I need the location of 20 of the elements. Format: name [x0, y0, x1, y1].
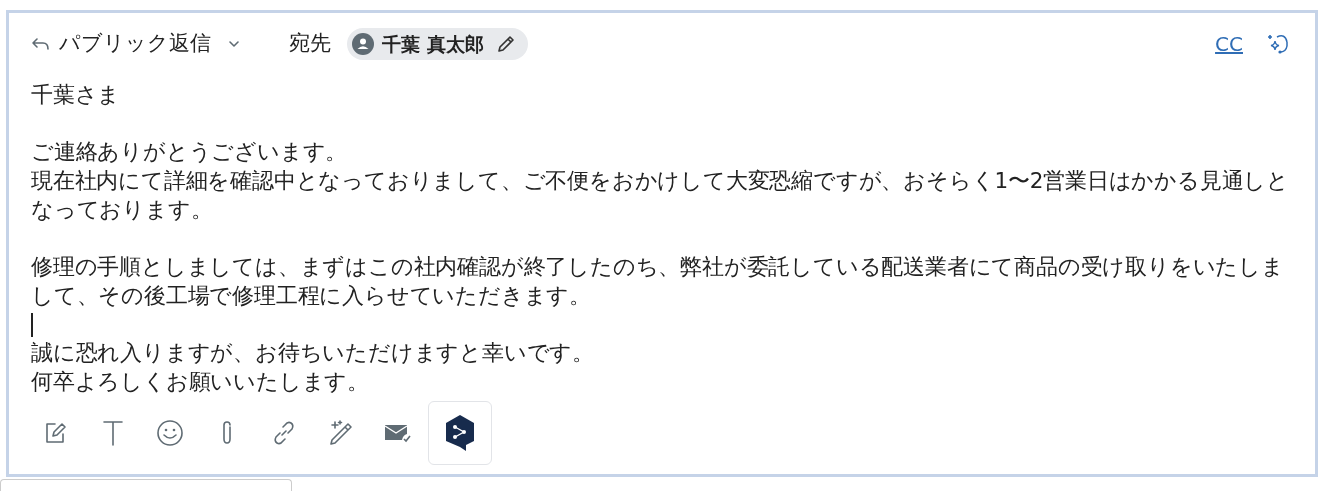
share-hexagon-icon	[444, 413, 476, 452]
body-text-line: 誠に恐れ入りますが、お待ちいただけますと幸いです。	[31, 339, 595, 368]
body-text-line: して、その後工場で修理工程に入らせていただきます。	[31, 281, 592, 310]
chevron-icon	[227, 39, 241, 49]
pencil-icon	[495, 34, 516, 54]
body-text-line: 修理の手順としましては、まずはこの社内確認が終了したのち、弊社が委託している配送業者にて商品の受け取りをいたしま	[31, 253, 1285, 282]
sparkle-headset-icon[interactable]	[1267, 32, 1291, 56]
to-label: 宛先	[289, 30, 331, 58]
app-button[interactable]	[428, 400, 492, 465]
body-text-line: 何卒よろしくお願いいたします。	[31, 368, 370, 396]
body-text-line: ご連絡ありがとうございます。	[31, 138, 349, 167]
body-text-line: なっております。	[31, 195, 214, 224]
text-cursor	[31, 312, 33, 337]
cc-link[interactable]: CC	[1215, 29, 1243, 59]
reply-mode-dropdown[interactable]: パブリック返信	[59, 28, 241, 60]
avatar-icon	[352, 33, 374, 55]
reply-icon[interactable]	[31, 36, 51, 52]
recipient-chip[interactable]: 千葉 真太郎	[347, 27, 528, 61]
body-text-line: 現在社内にて詳細を確認中となっておりまして、ご不便をおかけして大変恐縮ですが、おそらく1〜2営業日はかかる見通しと	[31, 167, 1290, 196]
body-text-line: 千葉さま	[31, 81, 122, 109]
